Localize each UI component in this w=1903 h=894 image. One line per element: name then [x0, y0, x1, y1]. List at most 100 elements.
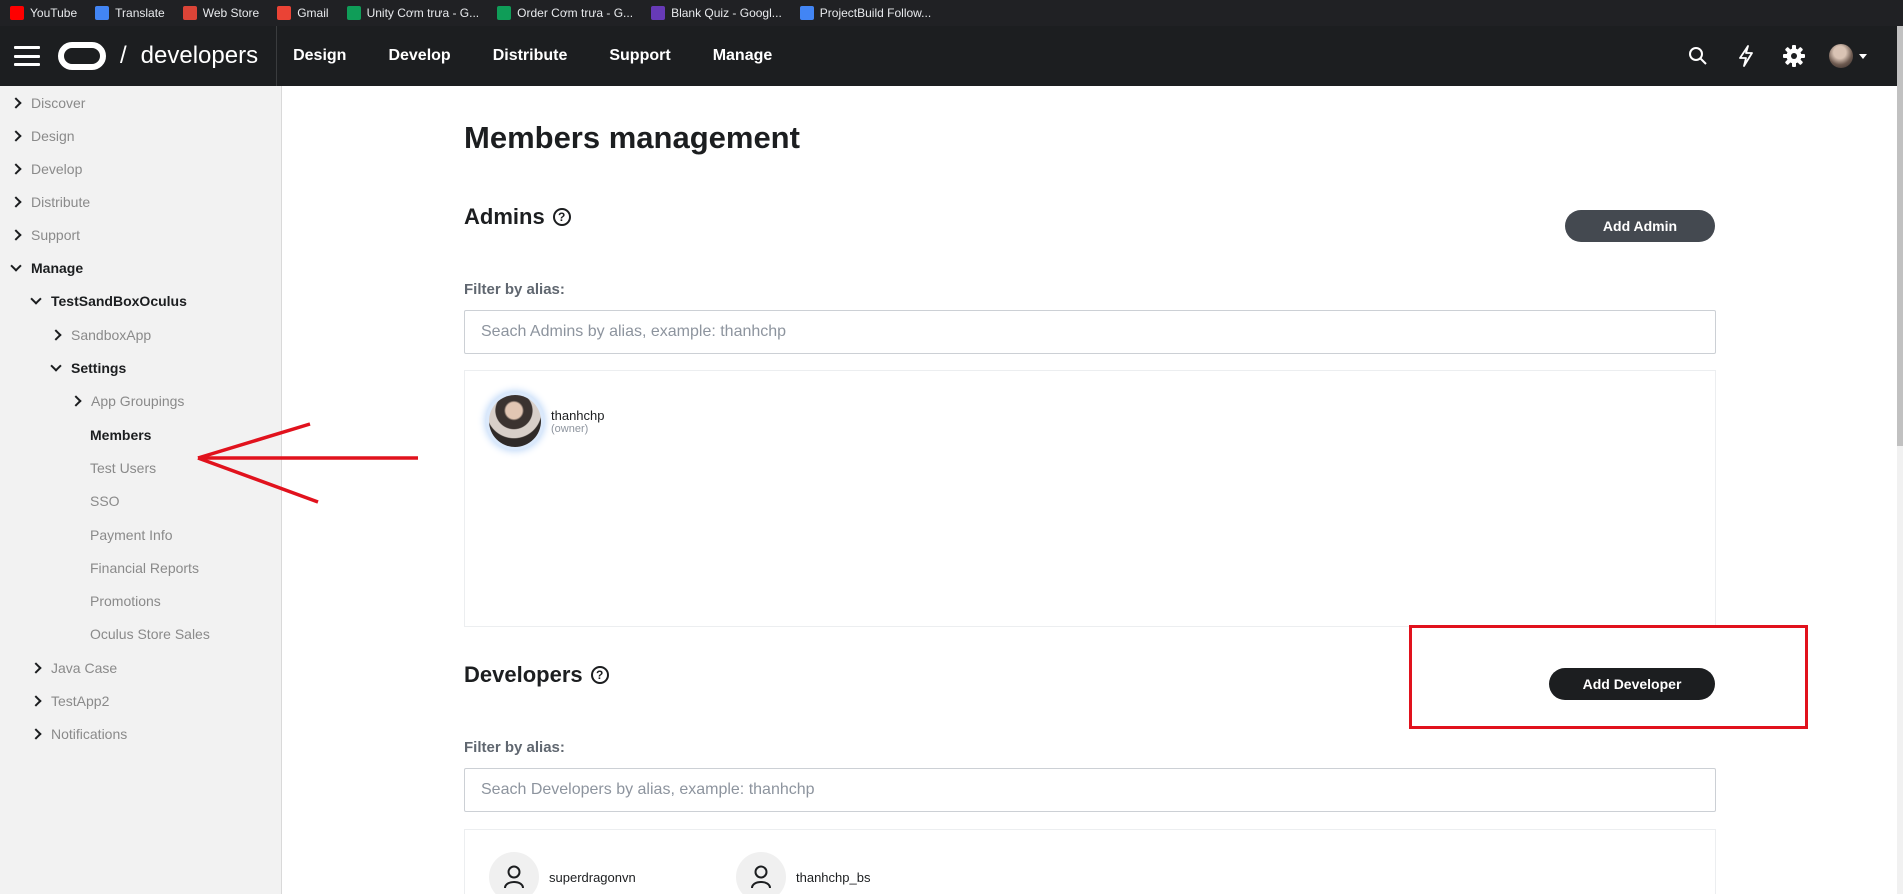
bookmark-item[interactable]: YouTube	[10, 6, 77, 20]
bookmark-label: Web Store	[202, 6, 260, 20]
sidebar-item-promotions[interactable]: Promotions	[90, 589, 161, 613]
bookmark-item[interactable]: Unity Cơm trưa - G...	[346, 6, 479, 20]
avatar	[489, 395, 541, 447]
sidebar-item-java-case[interactable]: Java Case	[30, 656, 118, 680]
favicon-icon	[346, 6, 361, 20]
favicon-icon	[10, 6, 24, 20]
developer-member[interactable]: thanhchp_bs	[736, 852, 870, 894]
sidebar-item-design[interactable]: Design	[10, 124, 75, 148]
nav-divider	[276, 26, 278, 86]
sidebar-item-settings[interactable]: Settings	[50, 356, 127, 380]
chevron-down-icon[interactable]	[30, 293, 42, 305]
account-menu[interactable]	[1829, 44, 1867, 68]
favicon-icon	[277, 6, 292, 20]
developer-member[interactable]: superdragonvn	[489, 852, 636, 894]
sidebar-item-sandboxapp[interactable]: SandboxApp	[50, 323, 152, 347]
member-name: thanhchp	[551, 407, 605, 423]
sidebar-item-label: Discover	[31, 95, 86, 111]
chevron-right-icon[interactable]	[30, 662, 42, 674]
sidebar-item-label: Financial Reports	[90, 560, 199, 576]
bookmark-item[interactable]: ProjectBuild Follow...	[799, 6, 931, 20]
chevron-down-icon[interactable]	[50, 360, 62, 372]
chevron-right-icon[interactable]	[10, 229, 22, 241]
sidebar-item-label: Settings	[71, 360, 127, 376]
favicon-icon	[182, 6, 197, 20]
page-scrollbar-thumb[interactable]	[1897, 26, 1903, 446]
admins-search-input[interactable]	[464, 310, 1716, 354]
oculus-logo-icon[interactable]	[58, 42, 106, 70]
bookmark-item[interactable]: Order Cơm trưa - G...	[497, 6, 633, 20]
sidebar-item-sso[interactable]: SSO	[90, 489, 120, 513]
chevron-right-icon[interactable]	[10, 163, 22, 175]
help-icon[interactable]: ?	[552, 208, 571, 226]
sidebar-item-notifications[interactable]: Notifications	[30, 722, 127, 746]
gear-icon[interactable]	[1781, 43, 1807, 69]
bookmark-label: Translate	[115, 6, 165, 20]
sidebar-item-label: Design	[31, 128, 75, 144]
chevron-right-icon[interactable]	[10, 196, 22, 208]
nav-icons	[1685, 26, 1867, 86]
search-icon[interactable]	[1685, 43, 1711, 69]
sidebar-item-label: Payment Info	[90, 527, 173, 543]
page-title: Members management	[464, 120, 800, 155]
chevron-right-icon[interactable]	[50, 329, 62, 341]
chevron-down-icon[interactable]	[10, 260, 22, 272]
admin-member[interactable]: thanhchp (owner)	[489, 395, 605, 447]
nav-link-manage[interactable]: Manage	[713, 47, 773, 65]
nav-link-distribute[interactable]: Distribute	[493, 47, 568, 65]
chevron-right-icon[interactable]	[10, 97, 22, 109]
brand-name[interactable]: developers	[141, 42, 258, 70]
sidebar-item-label: TestApp2	[51, 693, 110, 709]
chevron-right-icon[interactable]	[70, 395, 82, 407]
favicon-icon	[799, 6, 814, 20]
sidebar-item-test-users[interactable]: Test Users	[90, 456, 156, 480]
developers-filter-label: Filter by alias:	[464, 739, 565, 756]
developers-heading-text: Developers	[464, 662, 583, 687]
sidebar-item-app-groupings[interactable]: App Groupings	[70, 389, 184, 413]
sidebar-item-support[interactable]: Support	[10, 223, 80, 247]
sidebar-item-oculus-store-sales[interactable]: Oculus Store Sales	[90, 622, 210, 646]
nav-link-develop[interactable]: Develop	[388, 47, 450, 65]
admins-list: thanhchp (owner)	[464, 370, 1716, 627]
developers-heading: Developers ?	[464, 662, 609, 688]
sidebar-item-label: SandboxApp	[71, 327, 152, 343]
chevron-right-icon[interactable]	[10, 130, 22, 142]
sidebar-item-testsandboxoculus[interactable]: TestSandBoxOculus	[30, 289, 187, 313]
red-arrow-annotation	[197, 422, 418, 504]
sidebar-item-label: Manage	[31, 260, 84, 276]
sidebar-item-develop[interactable]: Develop	[10, 157, 82, 181]
red-highlight-box	[1409, 625, 1808, 729]
main-content: Members management Admins ? Add Admin Fi…	[283, 86, 1897, 894]
bookmark-item[interactable]: Blank Quiz - Googl...	[651, 6, 782, 20]
admins-heading-text: Admins	[464, 204, 545, 229]
bookmark-label: YouTube	[30, 6, 78, 20]
sidebar-item-members[interactable]: Members	[90, 423, 151, 447]
bookmark-label: Order Cơm trưa - G...	[517, 6, 634, 20]
chevron-right-icon[interactable]	[30, 728, 42, 740]
sidebar-item-financial-reports[interactable]: Financial Reports	[90, 556, 199, 580]
user-icon	[736, 852, 786, 894]
favicon-icon	[497, 6, 512, 20]
sidebar-item-manage[interactable]: Manage	[10, 256, 84, 280]
sidebar-item-distribute[interactable]: Distribute	[10, 190, 90, 214]
nav-link-support[interactable]: Support	[609, 47, 670, 65]
sidebar-item-label: Oculus Store Sales	[90, 626, 210, 642]
sidebar-item-label: Java Case	[51, 660, 118, 676]
add-admin-button[interactable]: Add Admin	[1565, 210, 1715, 242]
user-icon	[489, 852, 539, 894]
nav-link-design[interactable]: Design	[293, 47, 346, 65]
sidebar-item-discover[interactable]: Discover	[10, 91, 86, 115]
sidebar-item-payment-info[interactable]: Payment Info	[90, 523, 173, 547]
lightning-icon[interactable]	[1733, 43, 1759, 69]
sidebar-item-label: Promotions	[90, 593, 161, 609]
bookmark-item[interactable]: Gmail	[277, 6, 329, 20]
bookmark-item[interactable]: Web Store	[182, 6, 260, 20]
sidebar-item-testapp2[interactable]: TestApp2	[30, 689, 110, 713]
chevron-right-icon[interactable]	[30, 695, 42, 707]
chevron-down-icon	[1859, 53, 1867, 59]
hamburger-menu-icon[interactable]	[14, 46, 40, 66]
developers-list: superdragonvn thanhchp_bs	[464, 829, 1716, 894]
help-icon[interactable]: ?	[590, 666, 609, 684]
bookmark-item[interactable]: Translate	[95, 6, 165, 20]
developers-search-input[interactable]	[464, 768, 1716, 812]
